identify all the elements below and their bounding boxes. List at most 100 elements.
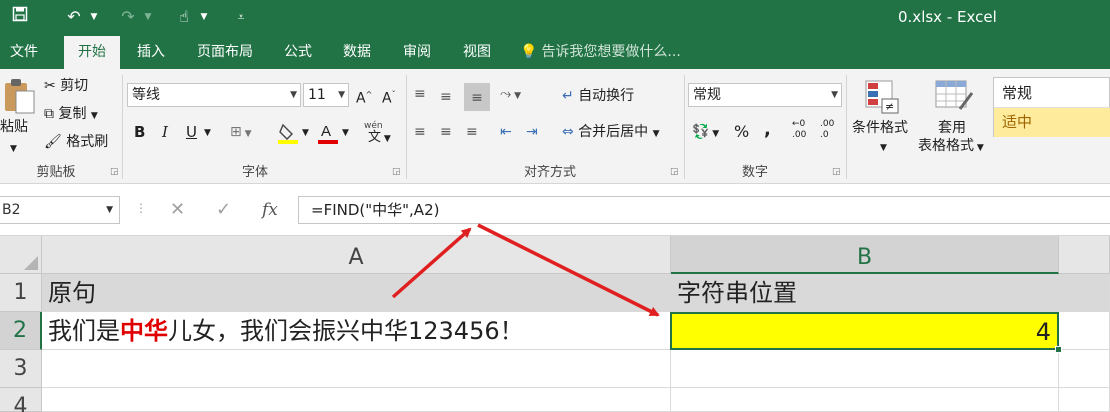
font-launcher-icon[interactable]: ◲ — [392, 167, 401, 177]
number-group-label: 数字 — [741, 165, 768, 180]
row-header-2[interactable]: 2 — [0, 312, 42, 350]
fill-color-icon[interactable] — [278, 121, 300, 145]
column-header-a[interactable]: A — [42, 236, 671, 274]
cell-b2-active[interactable]: 4 — [670, 312, 1059, 350]
font-color-dropdown-icon[interactable]: ▼ — [342, 122, 349, 144]
cell-b4[interactable] — [671, 388, 1059, 412]
grow-font-icon[interactable]: A^ — [356, 84, 372, 107]
row-header-4[interactable]: 4 — [0, 388, 42, 412]
cell-c3[interactable] — [1059, 350, 1110, 388]
number-launcher-icon[interactable]: ◲ — [832, 167, 841, 177]
clipboard-launcher-icon[interactable]: ◲ — [110, 167, 119, 177]
cell-b3[interactable] — [671, 350, 1059, 388]
conditional-format-button[interactable]: 条件格式 — [852, 117, 908, 139]
save-icon[interactable] — [10, 6, 30, 28]
orientation-icon[interactable]: ⤳ ▼ — [500, 83, 521, 105]
cell-c2[interactable] — [1059, 312, 1110, 350]
fill-color-dropdown-icon[interactable]: ▼ — [302, 122, 309, 144]
number-format-select[interactable]: 常规 ▼ — [688, 83, 842, 107]
fill-handle[interactable] — [1055, 346, 1062, 353]
cell-styles-gallery: 常规 适中 — [993, 77, 1110, 137]
currency-icon[interactable]: 💱 ▼ — [692, 121, 719, 143]
align-top-icon[interactable]: ≡ — [414, 83, 426, 105]
tab-page-layout[interactable]: 页面布局 — [186, 36, 264, 69]
enter-icon[interactable]: ✓ — [216, 196, 231, 224]
borders-icon[interactable]: ⊞ ▼ — [230, 121, 252, 143]
paste-button[interactable]: 粘贴 — [0, 116, 28, 138]
cut-button[interactable]: ✂ 剪切 — [44, 75, 88, 97]
tell-me-box[interactable]: 💡 告诉我您想要做什么... — [520, 36, 681, 69]
underline-button[interactable]: U — [186, 121, 197, 143]
paste-dropdown-icon[interactable]: ▼ — [10, 138, 17, 160]
tab-data[interactable]: 数据 — [330, 36, 384, 69]
wrap-text-icon: ↵ — [562, 88, 574, 104]
formula-bar-grip-icon[interactable]: ⋮ — [135, 201, 147, 215]
merge-center-button[interactable]: ⇔ 合并后居中 ▼ — [562, 121, 660, 143]
cell-a4[interactable] — [42, 388, 671, 412]
tab-view[interactable]: 视图 — [450, 36, 504, 69]
conditional-format-dropdown-icon[interactable]: ▼ — [880, 137, 887, 159]
undo-icon[interactable]: ↶ — [62, 6, 86, 28]
tab-file[interactable]: 文件 — [0, 36, 48, 69]
redo-dropdown-icon[interactable]: ▼ — [142, 6, 154, 28]
scissors-icon: ✂ — [44, 78, 56, 94]
conditional-format-icon[interactable]: ≠ — [864, 79, 900, 115]
align-left-icon[interactable]: ≡ — [414, 121, 426, 143]
customize-qat-icon[interactable]: ⩡ — [234, 6, 248, 28]
italic-button[interactable]: I — [162, 121, 168, 143]
font-name-select[interactable]: 等线 ▼ — [127, 83, 301, 107]
font-size-select[interactable]: 11 ▼ — [303, 83, 349, 107]
align-middle-icon[interactable]: ≡ — [440, 86, 452, 108]
row-header-3[interactable]: 3 — [0, 350, 42, 388]
align-bottom-icon[interactable]: ≡ — [464, 83, 490, 111]
increase-indent-icon[interactable]: ⇥ — [526, 121, 538, 143]
cell-a3[interactable] — [42, 350, 671, 388]
shrink-font-icon[interactable]: Aˇ — [382, 84, 396, 107]
underline-dropdown-icon[interactable]: ▼ — [204, 122, 211, 144]
svg-text:≠: ≠ — [885, 100, 894, 113]
increase-decimal-button[interactable]: ←0.00 — [792, 119, 806, 141]
formula-input[interactable]: =FIND("中华",A2) — [298, 196, 1110, 224]
window-title: 0.xlsx - Excel — [898, 8, 997, 26]
tab-review[interactable]: 审阅 — [390, 36, 444, 69]
format-as-table-button[interactable]: 表格格式 ▼ — [918, 135, 984, 157]
ribbon-tabs: 文件 开始 插入 页面布局 公式 数据 审阅 视图 💡 告诉我您想要做什么... — [0, 36, 1110, 69]
cell-a2[interactable]: 我们是中华儿女，我们会振兴中华123456！ — [42, 312, 671, 350]
decrease-decimal-button[interactable]: .00.0 — [820, 119, 834, 141]
cell-a1[interactable]: 原句 — [42, 274, 671, 312]
copy-button[interactable]: ⧉ 复制 ▼ — [44, 103, 98, 125]
redo-icon[interactable]: ↷ — [116, 6, 140, 28]
tab-formulas[interactable]: 公式 — [272, 36, 324, 69]
format-painter-button[interactable]: 🖌 格式刷 — [44, 131, 108, 153]
percent-button[interactable]: % — [734, 121, 749, 143]
style-normal[interactable]: 常规 — [994, 78, 1110, 108]
select-all-button[interactable] — [0, 236, 42, 274]
align-center-icon[interactable]: ≡ — [440, 121, 452, 143]
style-neutral[interactable]: 适中 — [994, 108, 1110, 137]
paste-icon[interactable] — [2, 77, 36, 117]
decrease-indent-icon[interactable]: ⇤ — [500, 121, 512, 143]
column-header-b[interactable]: B — [671, 236, 1059, 274]
name-box[interactable]: B2 ▼ — [0, 196, 120, 224]
undo-dropdown-icon[interactable]: ▼ — [88, 6, 100, 28]
font-color-icon[interactable]: A — [318, 121, 340, 145]
cancel-icon[interactable]: ✕ — [170, 196, 185, 224]
separator — [684, 75, 685, 179]
tab-home[interactable]: 开始 — [64, 36, 120, 69]
row-header-1[interactable]: 1 — [0, 274, 42, 312]
format-as-table-icon[interactable] — [934, 79, 974, 115]
column-header-c[interactable] — [1059, 236, 1110, 274]
cell-c4[interactable] — [1059, 388, 1110, 412]
alignment-launcher-icon[interactable]: ◲ — [670, 167, 679, 177]
wrap-text-button[interactable]: ↵ 自动换行 — [562, 85, 634, 107]
comma-button[interactable]: , — [764, 119, 771, 141]
touch-dropdown-icon[interactable]: ▼ — [198, 6, 210, 28]
clipboard-group-label: 剪贴板 — [36, 165, 76, 180]
align-right-icon[interactable]: ≡ — [466, 121, 478, 143]
touch-mode-icon[interactable]: ☝ — [172, 6, 196, 28]
bold-button[interactable]: B — [134, 121, 145, 143]
cell-c1[interactable] — [1059, 274, 1110, 312]
cell-b1[interactable]: 字符串位置 — [671, 274, 1059, 312]
insert-function-button[interactable]: fx — [262, 196, 278, 224]
tab-insert[interactable]: 插入 — [124, 36, 178, 69]
